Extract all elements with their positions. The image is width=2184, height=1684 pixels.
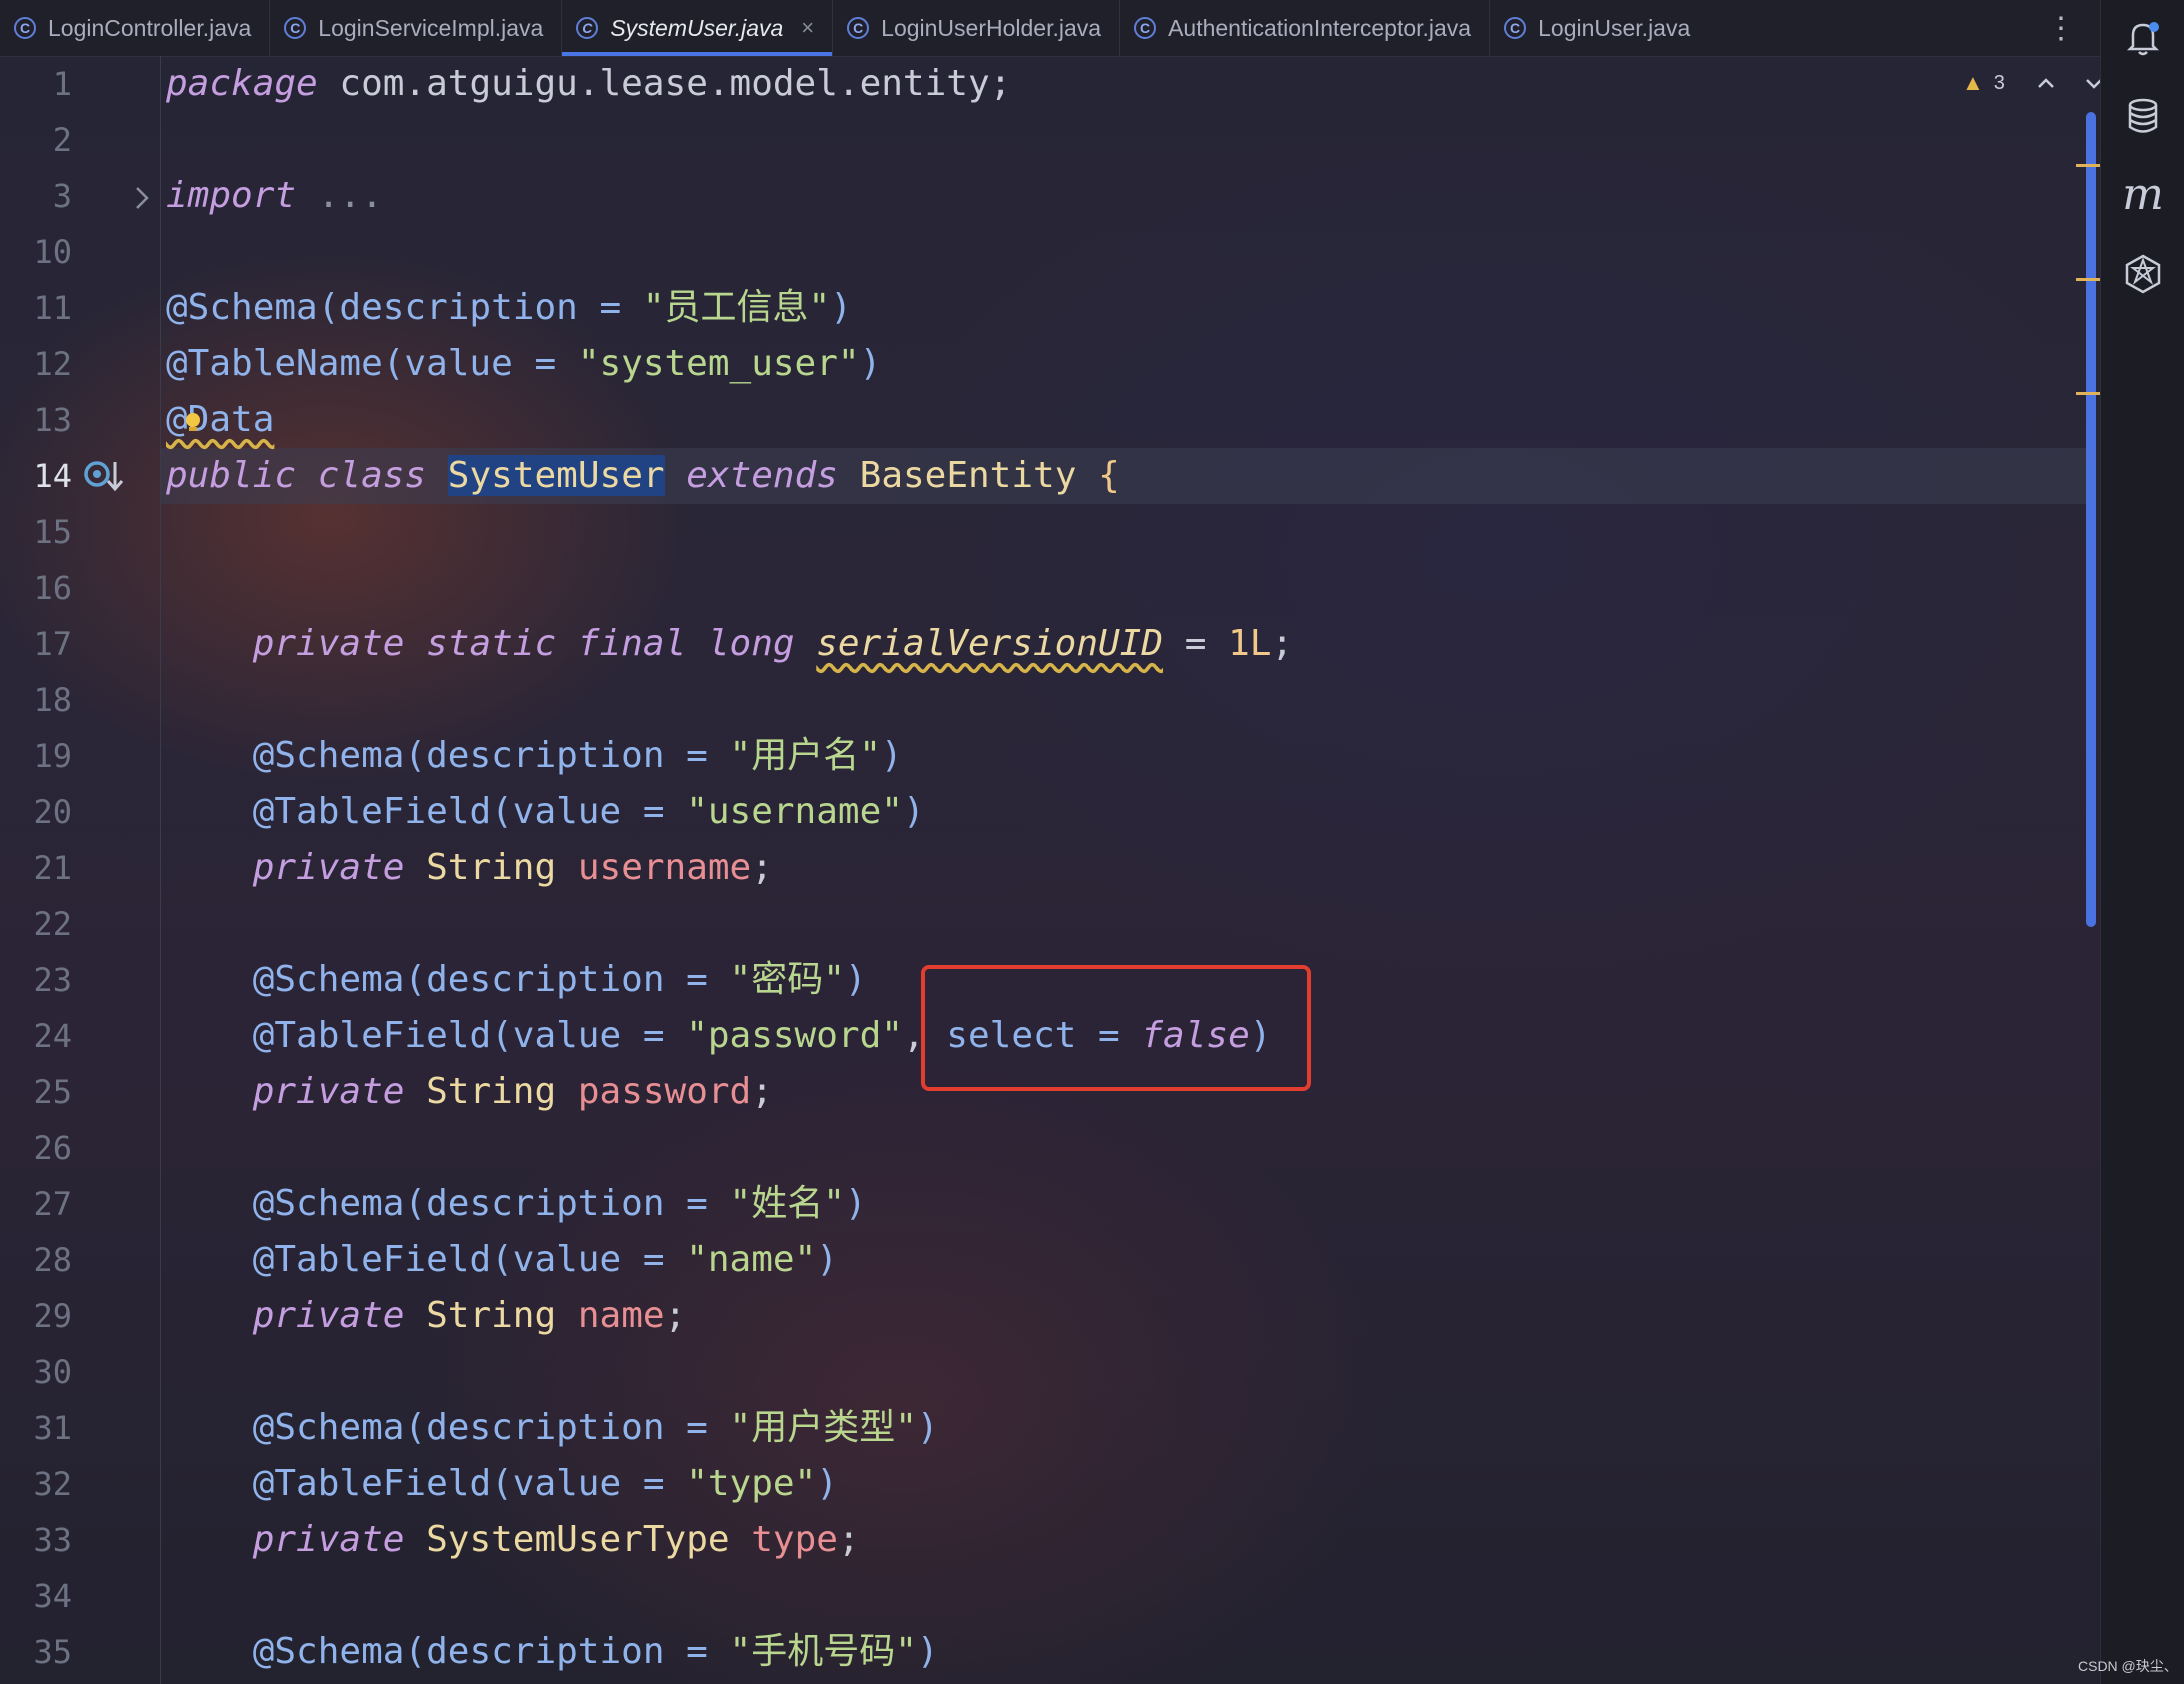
line-number: 19 <box>33 737 72 775</box>
more-tabs-icon[interactable]: ⋮ <box>2046 0 2076 56</box>
code-line-35[interactable]: @Schema(description = "手机号码") <box>166 1624 939 1680</box>
line-number: 17 <box>33 625 72 663</box>
fold-expand-icon[interactable] <box>132 184 152 212</box>
line-number: 11 <box>33 289 72 327</box>
warning-icon: ▲ <box>1962 70 1984 95</box>
gutter-separator <box>160 56 161 1684</box>
editor-scrollbar[interactable] <box>2086 112 2096 927</box>
class-icon: C <box>284 17 307 39</box>
notifications-icon[interactable] <box>2101 10 2184 66</box>
watermark: CSDN @玦尘、 <box>2078 1658 2178 1674</box>
line-number: 16 <box>33 569 72 607</box>
code-line-23[interactable]: @Schema(description = "密码") <box>166 952 867 1008</box>
line-number: 13 <box>33 401 72 439</box>
error-stripe-marker[interactable] <box>2076 392 2102 395</box>
line-number: 12 <box>33 345 72 383</box>
code-line-25[interactable]: private String password; <box>166 1064 773 1120</box>
editor-tab-bar: C LoginController.java C LoginServiceImp… <box>0 0 2100 57</box>
code-line-19[interactable]: @Schema(description = "用户名") <box>166 728 903 784</box>
line-number: 15 <box>33 513 72 551</box>
code-line-29[interactable]: private String name; <box>166 1288 687 1344</box>
class-icon: C <box>14 17 36 39</box>
tab-label: SystemUser.java <box>610 14 784 41</box>
code-line-31[interactable]: @Schema(description = "用户类型") <box>166 1400 939 1456</box>
line-number: 1 <box>52 65 72 103</box>
line-number: 32 <box>33 1465 72 1503</box>
line-number-gutter: 1 2 3 10 11 12 13 14 15 16 17 18 19 20 2… <box>0 56 160 1684</box>
line-number: 34 <box>33 1577 72 1615</box>
close-icon[interactable]: × <box>801 15 814 41</box>
code-line-11[interactable]: @Schema(description = "员工信息") <box>166 280 852 336</box>
line-number: 2 <box>52 121 72 159</box>
line-number: 30 <box>33 1353 72 1391</box>
tab-login-user[interactable]: C LoginUser.java <box>1490 0 1708 56</box>
line-number: 28 <box>33 1241 72 1279</box>
code-line-3[interactable]: import ... <box>166 168 383 224</box>
line-number: 22 <box>33 905 72 943</box>
error-stripe-marker[interactable] <box>2076 164 2102 167</box>
right-tool-window-bar: m <box>2100 0 2184 1684</box>
error-stripe-marker[interactable] <box>2076 278 2102 281</box>
tab-label: LoginController.java <box>48 14 252 41</box>
line-number: 10 <box>33 233 72 271</box>
class-icon: C <box>1504 17 1527 39</box>
selected-class-name: SystemUser <box>447 455 665 496</box>
line-number: 25 <box>33 1073 72 1111</box>
inspection-widget[interactable]: ▲ 3 <box>1962 68 2107 98</box>
tab-login-controller[interactable]: C LoginController.java <box>0 0 271 56</box>
tab-login-service-impl[interactable]: C LoginServiceImpl.java <box>270 0 563 56</box>
code-line-13[interactable]: @Data <box>166 392 274 448</box>
code-line-21[interactable]: private String username; <box>166 840 773 896</box>
line-number: 33 <box>33 1521 72 1559</box>
tab-system-user[interactable]: C SystemUser.java × <box>562 0 834 56</box>
line-number: 35 <box>33 1633 72 1671</box>
code-line-27[interactable]: @Schema(description = "姓名") <box>166 1176 867 1232</box>
code-line-14[interactable]: public class SystemUser extends BaseEnti… <box>166 448 1120 504</box>
tab-login-user-holder[interactable]: C LoginUserHolder.java <box>833 0 1121 56</box>
code-line-17[interactable]: private static final long serialVersionU… <box>166 616 1293 672</box>
intention-bulb-icon[interactable] <box>184 412 202 434</box>
tab-label: LoginUser.java <box>1538 14 1691 41</box>
class-hierarchy-icon[interactable] <box>82 458 124 498</box>
class-icon: C <box>576 17 599 39</box>
class-icon: C <box>847 17 870 39</box>
folded-imports: ... <box>317 175 383 216</box>
line-number: 31 <box>33 1409 72 1447</box>
line-number: 23 <box>33 961 72 999</box>
line-number: 27 <box>33 1185 72 1223</box>
line-number: 14 <box>33 457 72 495</box>
class-icon: C <box>1134 17 1157 39</box>
code-line-33[interactable]: private SystemUserType type; <box>166 1512 860 1568</box>
line-number: 20 <box>33 793 72 831</box>
line-number: 29 <box>33 1297 72 1335</box>
code-line-20[interactable]: @TableField(value = "username") <box>166 784 925 840</box>
code-line-12[interactable]: @TableName(value = "system_user") <box>166 336 881 392</box>
tab-label: AuthenticationInterceptor.java <box>1168 14 1472 41</box>
maven-icon[interactable]: m <box>2101 166 2184 222</box>
code-line-32[interactable]: @TableField(value = "type") <box>166 1456 838 1512</box>
tab-authentication-interceptor[interactable]: C AuthenticationInterceptor.java <box>1120 0 1491 56</box>
tab-label: LoginServiceImpl.java <box>318 14 544 41</box>
warning-count: 3 <box>1993 71 2005 94</box>
line-number: 24 <box>33 1017 72 1055</box>
code-line-28[interactable]: @TableField(value = "name") <box>166 1232 838 1288</box>
ai-assistant-icon[interactable] <box>2101 246 2184 302</box>
highlight-annotation-box <box>921 965 1311 1091</box>
line-number: 26 <box>33 1129 72 1167</box>
line-number: 21 <box>33 849 72 887</box>
database-icon[interactable] <box>2101 88 2184 144</box>
code-line-1[interactable]: package com.atguigu.lease.model.entity; <box>166 56 1011 112</box>
line-number: 3 <box>52 177 72 215</box>
previous-highlight-icon[interactable] <box>2033 73 2059 93</box>
line-number: 18 <box>33 681 72 719</box>
tab-label: LoginUserHolder.java <box>881 14 1102 41</box>
